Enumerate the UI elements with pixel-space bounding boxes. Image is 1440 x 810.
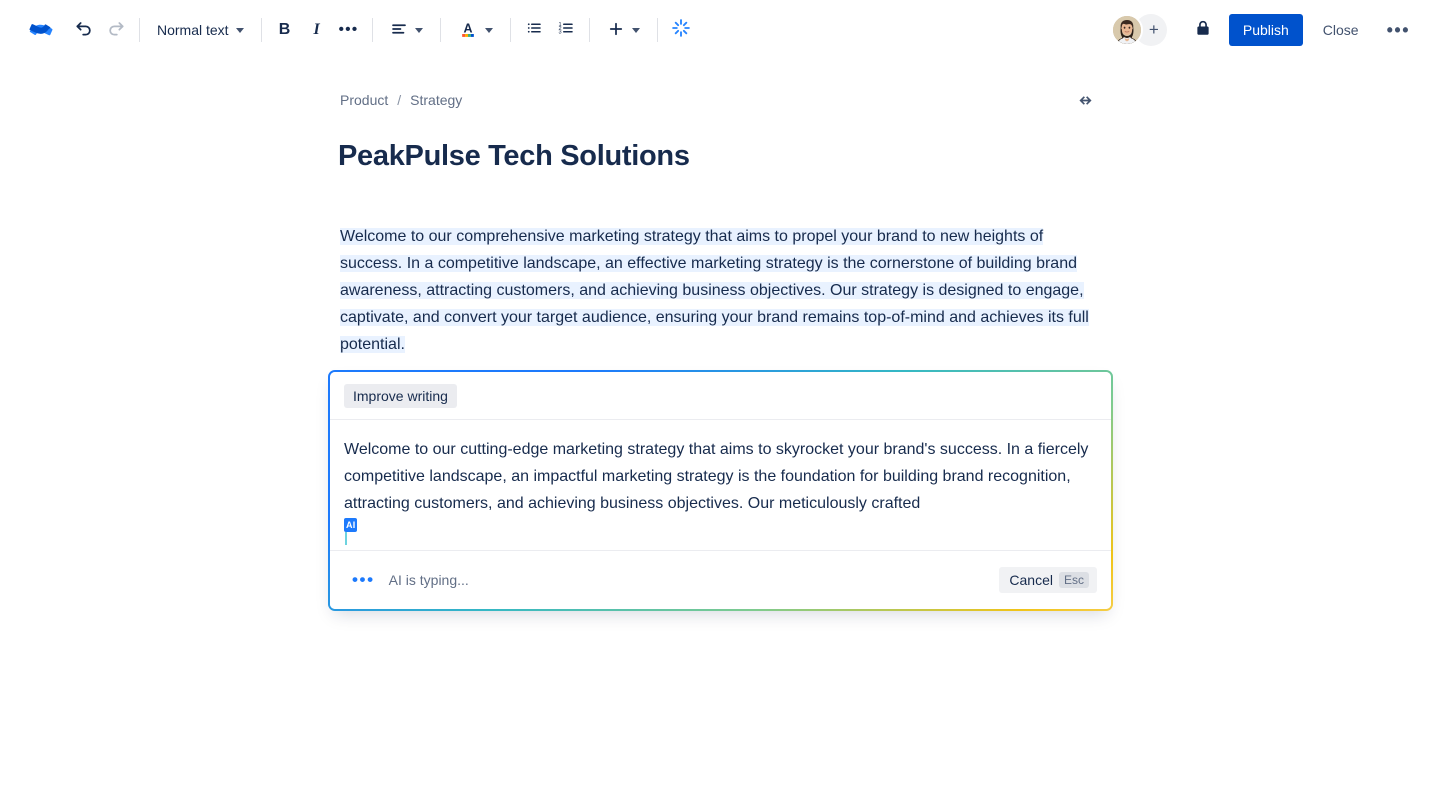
breadcrumb: Product / Strategy <box>340 92 462 108</box>
redo-button[interactable] <box>100 14 132 46</box>
avatar-image <box>1112 16 1141 44</box>
confluence-logo-icon[interactable] <box>24 13 58 47</box>
ai-panel-footer: ••• AI is typing... Cancel Esc <box>330 551 1111 609</box>
svg-text:A: A <box>463 21 472 35</box>
bold-button[interactable]: B <box>269 14 301 46</box>
close-button[interactable]: Close <box>1311 14 1371 46</box>
ai-prompt-chip[interactable]: Improve writing <box>344 383 457 408</box>
ai-cursor-badge: AI <box>344 518 358 532</box>
text-style-label: Normal text <box>157 22 229 38</box>
avatar[interactable] <box>1110 14 1143 46</box>
numbered-list-icon: 1 2 3 <box>557 19 575 42</box>
ai-assistant-button[interactable] <box>665 14 697 46</box>
text-color-dropdown[interactable]: A <box>448 14 503 46</box>
toolbar-divider <box>439 18 441 42</box>
breadcrumb-item-product[interactable]: Product <box>340 92 388 108</box>
ai-sparkle-icon <box>671 18 691 43</box>
undo-button[interactable] <box>68 14 100 46</box>
publish-button[interactable]: Publish <box>1228 14 1303 46</box>
toolbar-divider <box>371 18 373 42</box>
lock-icon <box>1194 19 1212 42</box>
ai-status-text: AI is typing... <box>388 572 469 588</box>
breadcrumb-separator: / <box>397 92 402 108</box>
caret-line <box>345 532 347 545</box>
text-align-dropdown[interactable] <box>380 14 433 46</box>
selected-paragraph-text: Welcome to our comprehensive marketing s… <box>340 228 1089 353</box>
numbered-list-button[interactable]: 1 2 3 <box>550 14 582 46</box>
chevron-down-icon <box>414 27 423 33</box>
typing-indicator-dots: ••• <box>352 570 375 589</box>
bullet-list-button[interactable] <box>518 14 550 46</box>
page-width-toggle-button[interactable] <box>1072 90 1098 116</box>
ai-panel-inner: Improve writing Welcome to our cutting-e… <box>330 372 1111 609</box>
bold-label: B <box>278 21 291 38</box>
confluence-editor-app: Normal text B I ••• A 1 2 3 + Publish Cl… <box>0 0 1440 810</box>
toolbar-divider <box>139 18 140 42</box>
ai-panel-header: Improve writing <box>330 372 1111 420</box>
svg-text:3: 3 <box>558 29 561 35</box>
undo-arrow-icon <box>74 18 94 43</box>
plus-insert-icon <box>607 20 625 41</box>
redo-arrow-icon <box>106 18 126 43</box>
toolbar-left-group: Normal text B I ••• A 1 2 3 <box>0 0 697 60</box>
italic-button[interactable]: I <box>301 14 333 46</box>
insert-dropdown[interactable] <box>597 14 650 46</box>
bullet-list-icon <box>525 19 543 42</box>
more-actions-button[interactable]: ••• <box>1379 14 1418 46</box>
toolbar-divider <box>656 18 658 42</box>
collaborators-group: + <box>1110 14 1167 46</box>
text-align-icon <box>390 20 408 41</box>
esc-shortcut-badge: Esc <box>1058 572 1089 588</box>
toolbar-divider <box>260 18 262 42</box>
plus-icon: + <box>1148 20 1159 39</box>
restrictions-button[interactable] <box>1187 14 1219 46</box>
expand-width-icon <box>1076 91 1095 115</box>
page-title[interactable]: PeakPulse Tech Solutions <box>338 140 690 173</box>
cancel-label: Cancel <box>1009 572 1053 588</box>
ai-generated-content[interactable]: Welcome to our cutting-edge marketing st… <box>330 420 1111 551</box>
ai-generated-text: Welcome to our cutting-edge marketing st… <box>344 441 1089 512</box>
text-style-dropdown[interactable]: Normal text <box>147 14 254 46</box>
toolbar-right-group: + Publish Close ••• <box>1110 0 1440 60</box>
ai-assistant-panel: Improve writing Welcome to our cutting-e… <box>328 370 1113 611</box>
document-paragraph[interactable]: Welcome to our comprehensive marketing s… <box>340 223 1104 358</box>
ellipsis-icon: ••• <box>338 21 359 38</box>
more-formatting-button[interactable]: ••• <box>333 14 365 46</box>
cancel-button[interactable]: Cancel Esc <box>999 567 1097 593</box>
toolbar-divider <box>509 18 511 42</box>
chevron-down-icon <box>235 27 244 33</box>
italic-label: I <box>313 21 320 38</box>
editor-toolbar: Normal text B I ••• A 1 2 3 + Publish Cl… <box>0 0 1440 60</box>
chevron-down-icon <box>484 27 493 33</box>
text-color-A-icon: A <box>458 19 478 42</box>
ai-typing-cursor: AI <box>344 518 1097 545</box>
chevron-down-icon <box>631 27 640 33</box>
toolbar-divider <box>588 18 590 42</box>
breadcrumb-item-strategy[interactable]: Strategy <box>410 92 462 108</box>
